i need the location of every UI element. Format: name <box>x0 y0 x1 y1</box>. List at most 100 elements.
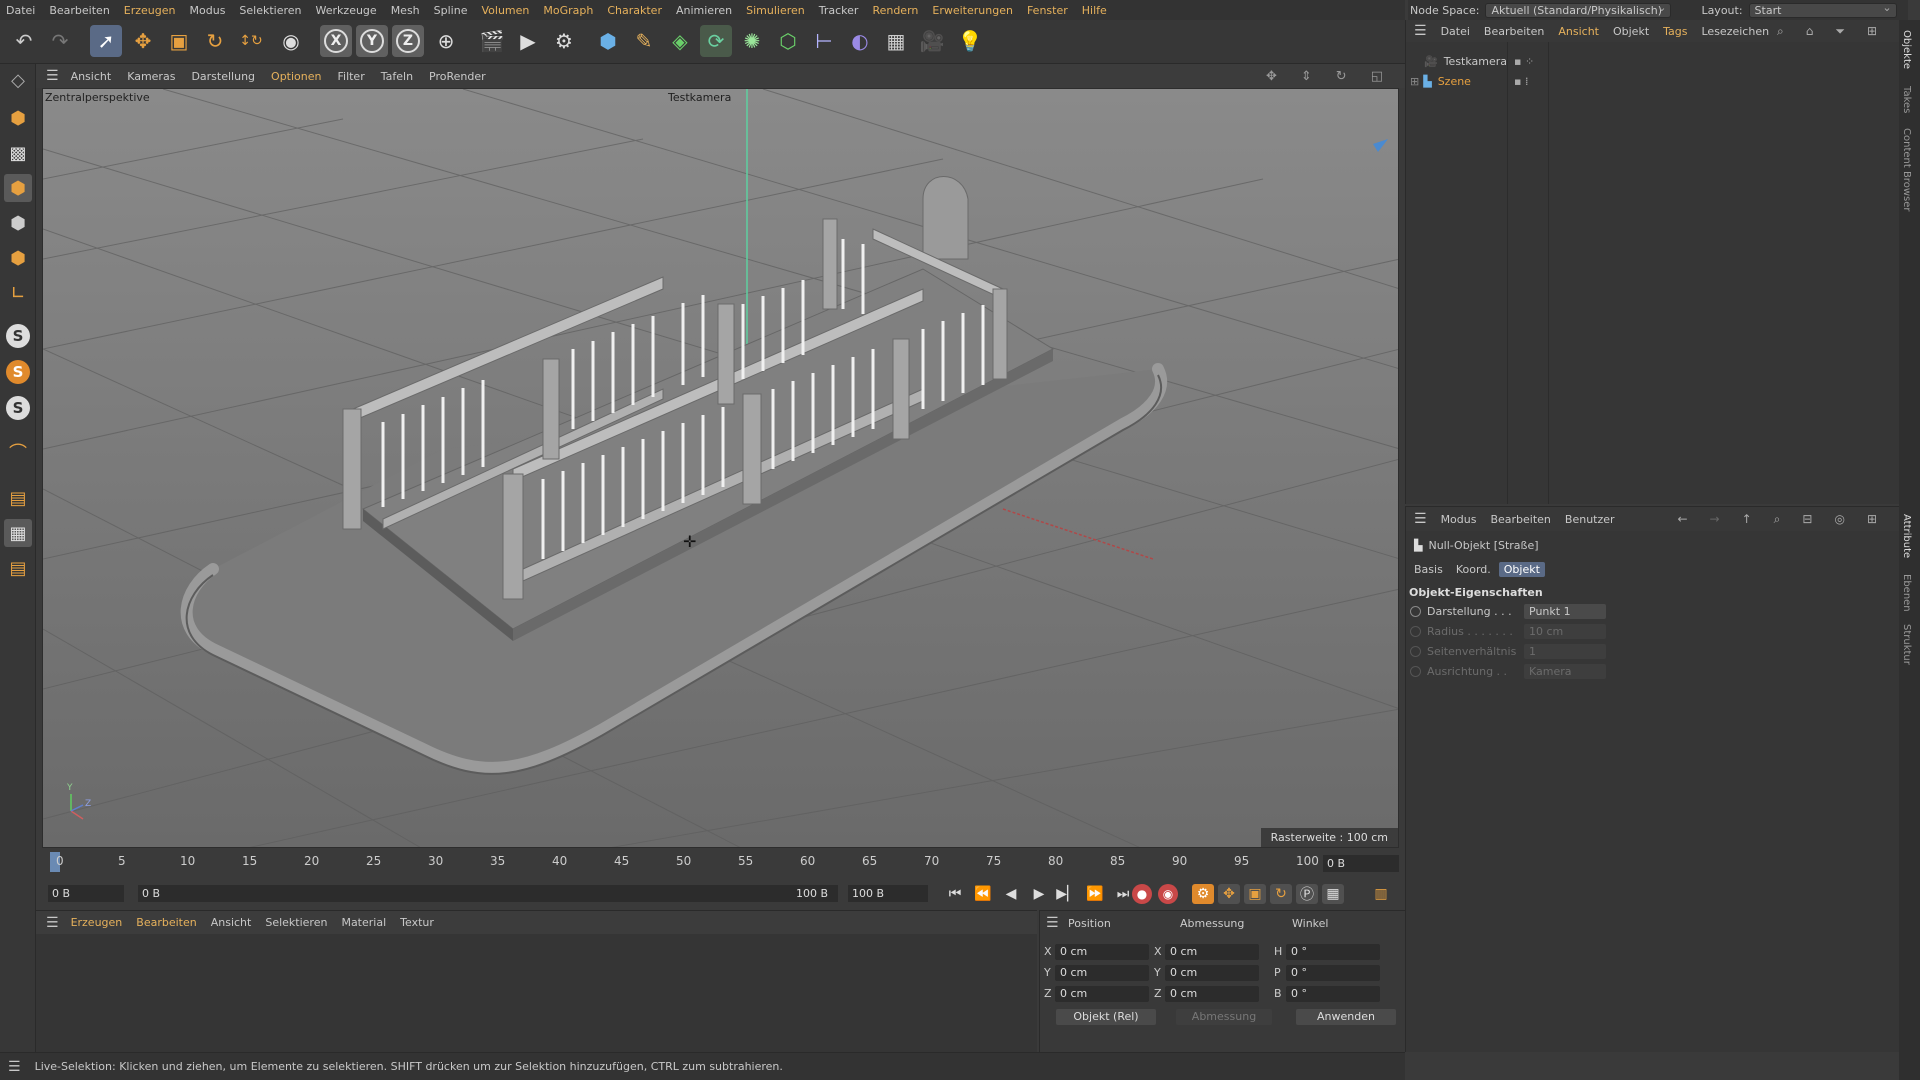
menu-erzeugen[interactable]: Erzeugen <box>124 4 176 17</box>
material-area[interactable] <box>36 934 1037 1052</box>
generator-icon[interactable]: ⟳ <box>700 25 732 57</box>
menu-rendern[interactable]: Rendern <box>872 4 918 17</box>
z-axis-lock-icon[interactable]: Z <box>392 25 424 57</box>
cube-icon[interactable]: ⬢ <box>592 25 624 57</box>
tab-objekt[interactable]: Objekt <box>1498 562 1545 577</box>
key-position-icon[interactable]: ✥ <box>1218 884 1240 904</box>
prev-frame-icon[interactable]: ◀ <box>1000 884 1022 904</box>
camera-name-label[interactable]: Testkamera <box>668 91 731 104</box>
snap-settings-icon[interactable]: S <box>4 358 32 386</box>
om-home-icon[interactable]: ⌂ <box>1806 24 1814 39</box>
size-mode-dropdown[interactable]: Abmessung <box>1176 1009 1272 1025</box>
light-icon[interactable]: 💡 <box>954 25 986 57</box>
pos-y-field[interactable]: 0 cm <box>1055 965 1149 981</box>
menu-werkzeuge[interactable]: Werkzeuge <box>316 4 377 17</box>
timeline-ruler[interactable]: 0 5 10 15 20 25 30 35 40 45 50 55 60 65 70 75 80 85 90 95 10… <box>42 852 1399 878</box>
vp-menu-tafeln[interactable]: Tafeln <box>381 70 413 83</box>
menu-hilfe[interactable]: Hilfe <box>1082 4 1107 17</box>
mat-menu-bearbeiten[interactable]: Bearbeiten <box>136 916 196 929</box>
menu-charakter[interactable]: Charakter <box>607 4 662 17</box>
animate-toggle-icon[interactable] <box>1410 646 1421 657</box>
deformer-icon[interactable]: ⬡ <box>772 25 804 57</box>
lock-icon[interactable]: ⊟ <box>1802 512 1812 527</box>
scale-tool-icon[interactable]: ▣ <box>163 25 195 57</box>
menu-volumen[interactable]: Volumen <box>481 4 529 17</box>
pos-z-field[interactable]: 0 cm <box>1055 986 1149 1002</box>
rotate-tool-icon[interactable]: ↻ <box>199 25 231 57</box>
visibility-icon[interactable]: ▪ ⁘ <box>1514 55 1534 68</box>
maximize-icon[interactable]: ◱ <box>1371 69 1383 84</box>
om-menu-ansicht[interactable]: Ansicht <box>1558 25 1599 38</box>
om-menu-bearbeiten[interactable]: Bearbeiten <box>1484 25 1544 38</box>
om-hamburger-icon[interactable]: ☰ <box>1414 23 1427 39</box>
layout-dropdown[interactable]: Start <box>1748 1 1897 18</box>
orbit-icon[interactable]: ↻ <box>1336 69 1347 84</box>
rot-b-field[interactable]: 0 ° <box>1286 986 1380 1002</box>
forward-arrow-icon[interactable]: → <box>1710 512 1720 527</box>
menu-simulieren[interactable]: Simulieren <box>746 4 805 17</box>
coord-hamburger-icon[interactable]: ☰ <box>1046 915 1059 931</box>
mat-menu-erzeugen[interactable]: Erzeugen <box>71 916 123 929</box>
prev-key-icon[interactable]: ⏪ <box>972 884 994 904</box>
object-row[interactable]: ⊞ ▙ Szene ▪ ⁞ <box>1406 72 1900 90</box>
animate-toggle-icon[interactable] <box>1410 626 1421 637</box>
menu-mesh[interactable]: Mesh <box>391 4 420 17</box>
x-axis-lock-icon[interactable]: X <box>320 25 352 57</box>
current-frame-field[interactable]: 0 B <box>1323 855 1399 872</box>
back-arrow-icon[interactable]: ← <box>1677 512 1687 527</box>
vp-menu-kameras[interactable]: Kameras <box>127 70 175 83</box>
hamburger-icon[interactable]: ☰ <box>46 68 59 84</box>
subdivision-icon[interactable]: ◈ <box>664 25 696 57</box>
animate-toggle-icon[interactable] <box>1410 666 1421 677</box>
y-axis-lock-icon[interactable]: Y <box>356 25 388 57</box>
polygons-mode-icon[interactable]: ⬢ <box>4 244 32 272</box>
object-row[interactable]: 🎥 Testkamera ▪ ⁘ <box>1406 52 1900 70</box>
render-view-icon[interactable]: ▶ <box>512 25 544 57</box>
vp-menu-optionen[interactable]: Optionen <box>271 70 321 83</box>
mat-menu-textur[interactable]: Textur <box>400 916 434 929</box>
move-tool-icon[interactable]: ✥ <box>127 25 159 57</box>
make-editable-icon[interactable]: ◇ <box>4 66 32 94</box>
undo-icon[interactable]: ↶ <box>8 25 40 57</box>
visibility-icon[interactable]: ▪ ⁞ <box>1514 75 1528 88</box>
target-icon[interactable]: ◎ <box>1834 512 1844 527</box>
orientation-dropdown[interactable]: Kamera <box>1524 664 1606 679</box>
om-new-window-icon[interactable]: ⊞ <box>1867 24 1877 39</box>
menu-tracker[interactable]: Tracker <box>819 4 859 17</box>
pos-x-field[interactable]: 0 cm <box>1055 944 1149 960</box>
spline-pen-icon[interactable]: ✎ <box>628 25 660 57</box>
next-key-icon[interactable]: ⏩ <box>1084 884 1106 904</box>
axis-mode-icon[interactable]: ∟ <box>4 279 32 307</box>
key-parameter-icon[interactable]: Ⓟ <box>1296 884 1318 904</box>
render-settings-icon[interactable]: ⚙ <box>548 25 580 57</box>
menu-fenster[interactable]: Fenster <box>1027 4 1068 17</box>
side-tab-content-browser[interactable]: Content Browser <box>1901 128 1912 211</box>
attr-menu-bearbeiten[interactable]: Bearbeiten <box>1490 513 1550 526</box>
dolly-icon[interactable]: ⇕ <box>1301 69 1312 84</box>
side-tab-takes[interactable]: Takes <box>1901 86 1912 113</box>
object-name[interactable]: Szene <box>1438 75 1471 88</box>
auto-key-icon[interactable]: ◉ <box>1158 884 1178 904</box>
aspect-ratio-field[interactable]: 1 <box>1524 644 1606 659</box>
redo-icon[interactable]: ↷ <box>44 25 76 57</box>
node-space-dropdown[interactable]: Aktuell (Standard/Physikalisch) <box>1485 1 1672 18</box>
attr-hamburger-icon[interactable]: ☰ <box>1414 511 1427 527</box>
field-icon[interactable]: ◐ <box>844 25 876 57</box>
mat-menu-selektieren[interactable]: Selektieren <box>265 916 327 929</box>
vp-menu-prorender[interactable]: ProRender <box>429 70 486 83</box>
frame-range-slider[interactable]: 0 B 100 B <box>138 885 838 902</box>
side-tab-struktur[interactable]: Struktur <box>1901 624 1912 665</box>
menu-datei[interactable]: Datei <box>6 4 35 17</box>
start-frame-field[interactable]: 0 B <box>48 885 124 902</box>
material-hamburger-icon[interactable]: ☰ <box>46 915 59 931</box>
end-frame-field[interactable]: 100 B <box>848 885 928 902</box>
apply-button[interactable]: Anwenden <box>1296 1009 1396 1025</box>
magnet-icon[interactable]: ⌒ <box>4 438 32 466</box>
transform-tool-icon[interactable]: ↕↻ <box>235 25 267 57</box>
mat-menu-material[interactable]: Material <box>341 916 386 929</box>
attr-search-icon[interactable]: ⌕ <box>1774 512 1781 527</box>
status-hamburger-icon[interactable]: ☰ <box>8 1059 21 1075</box>
bend-icon[interactable]: ⊢ <box>808 25 840 57</box>
play-icon[interactable]: ▶ <box>1028 884 1050 904</box>
render-region-icon[interactable]: 🎬 <box>476 25 508 57</box>
